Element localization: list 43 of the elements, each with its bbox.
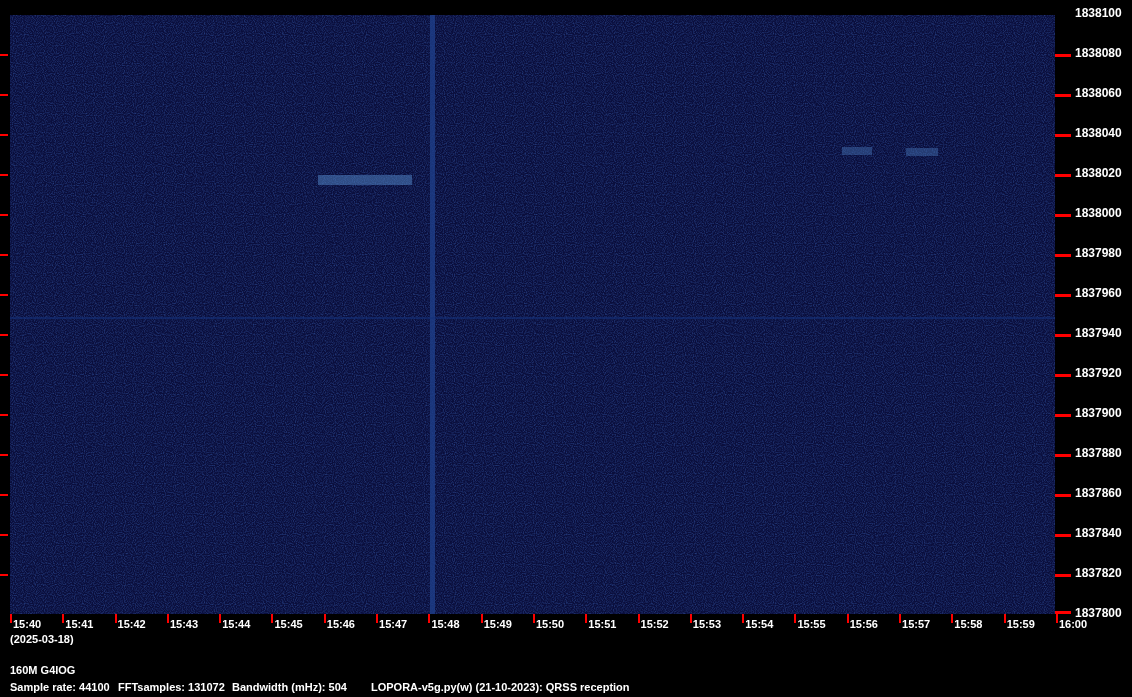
time-label: 15:56 — [848, 617, 878, 631]
frequency-label: 1838000 — [1075, 206, 1122, 220]
frequency-label: 1838060 — [1075, 86, 1122, 100]
frequency-label: 1837840 — [1075, 526, 1122, 540]
frequency-label: 1838100 — [1075, 6, 1122, 20]
station-label: 160M G4IOG — [10, 664, 76, 677]
frequency-label: 1837800 — [1075, 606, 1122, 620]
time-label: 15:44 — [221, 617, 251, 631]
time-label: 15:55 — [796, 617, 826, 631]
frequency-label: 1837960 — [1075, 286, 1122, 300]
time-label: 15:52 — [639, 617, 669, 631]
time-label: 15:53 — [691, 617, 721, 631]
frequency-label: 1837860 — [1075, 486, 1122, 500]
time-label: 15:45 — [273, 617, 303, 631]
info-text: Bandwidth (mHz): 504 — [232, 681, 347, 694]
date-label: (2025-03-18) — [10, 633, 74, 646]
frequency-label: 1837900 — [1075, 406, 1122, 420]
time-label: 15:43 — [168, 617, 199, 631]
info-text: LOPORA-v5g.py(w) (21-10-2023): QRSS reception — [371, 681, 630, 694]
info-text: Sample rate: 44100 — [10, 681, 110, 694]
time-label: 15:48 — [430, 617, 460, 631]
time-label: 15:57 — [901, 617, 931, 631]
time-label: 15:40 — [12, 617, 42, 631]
frequency-label: 1838020 — [1075, 166, 1122, 180]
time-label: 15:54 — [744, 617, 774, 631]
time-label: 15:59 — [1005, 617, 1035, 631]
time-label: 15:51 — [587, 617, 617, 631]
time-label: 15:42 — [116, 617, 146, 631]
time-label: 15:41 — [64, 617, 94, 631]
frequency-label: 1838040 — [1075, 126, 1122, 140]
time-label: 15:50 — [534, 617, 565, 631]
frequency-label: 1837880 — [1075, 446, 1122, 460]
info-text: FFTsamples: 131072 — [118, 681, 225, 694]
frequency-label: 1838080 — [1075, 46, 1122, 60]
time-label: 15:47 — [378, 617, 408, 631]
time-label: 15:49 — [482, 617, 512, 631]
frequency-label: 1837980 — [1075, 246, 1122, 260]
frequency-label: 1837940 — [1075, 326, 1122, 340]
time-label: 15:46 — [325, 617, 355, 631]
frequency-label: 1837820 — [1075, 566, 1122, 580]
frequency-label: 1837920 — [1075, 366, 1122, 380]
time-label: 15:58 — [953, 617, 983, 631]
time-label: 16:00 — [1057, 617, 1088, 631]
